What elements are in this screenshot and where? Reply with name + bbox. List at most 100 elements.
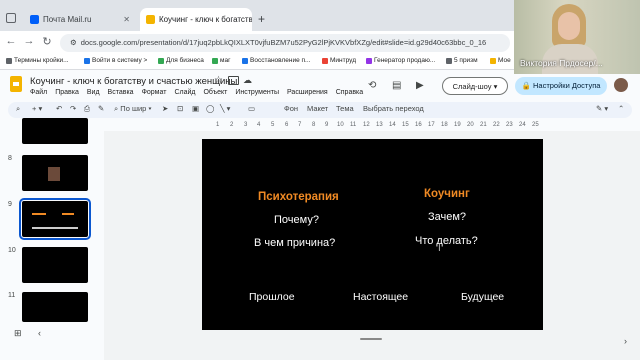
close-icon[interactable]: ✕	[123, 15, 130, 24]
slide-thumbnail[interactable]	[22, 118, 88, 144]
right-line-2[interactable]: Что делать?	[415, 235, 478, 247]
search-menus-icon[interactable]: ⌕	[16, 104, 20, 114]
history-icon[interactable]: ⟲	[368, 80, 376, 91]
menu-tools[interactable]: Инструменты	[235, 89, 279, 96]
collapse-toolbar-icon[interactable]: ⌃	[618, 104, 624, 113]
document-title[interactable]: Коучинг - ключ к богатству и счастью жен…	[30, 76, 237, 87]
ruler-tick: 1	[216, 122, 220, 128]
bookmark-item[interactable]: Термины кройки...	[6, 57, 69, 64]
edit-mode-icon[interactable]: ✎ ▾	[596, 104, 608, 113]
bookmark-item[interactable]: маг	[212, 57, 230, 64]
tab-mail[interactable]: Почта Mail.ru ✕	[24, 8, 136, 31]
comments-icon[interactable]: ▤	[392, 80, 401, 91]
ruler-tick: 3	[244, 122, 248, 128]
transition-button[interactable]: Выбрать переход	[363, 104, 424, 113]
bottom-center-label[interactable]: Настоящее	[353, 291, 408, 303]
forward-arrow-icon[interactable]: →	[22, 35, 36, 47]
grid-view-icon[interactable]: ⊞	[14, 328, 22, 339]
move-folder-icon[interactable]	[228, 76, 239, 85]
collapse-filmstrip-icon[interactable]: ‹	[38, 328, 41, 338]
menu-object[interactable]: Объект	[203, 89, 227, 96]
side-panel-toggle-icon[interactable]: ›	[624, 336, 627, 346]
meet-icon[interactable]: ▶	[416, 80, 424, 91]
slides-favicon-icon	[146, 15, 155, 24]
ruler-tick: 13	[376, 122, 383, 128]
slide-thumbnail[interactable]	[22, 155, 88, 191]
bookmark-item[interactable]: Мое	[490, 57, 511, 64]
right-line-1[interactable]: Зачем?	[428, 211, 466, 223]
bottom-right-label[interactable]: Будущее	[461, 291, 504, 303]
background-button[interactable]: Фон	[284, 104, 298, 113]
tab-search-icon[interactable]	[6, 13, 16, 23]
menu-file[interactable]: Файл	[30, 89, 47, 96]
bookmark-item[interactable]: Генератор продаю...	[366, 57, 435, 64]
menu-slide[interactable]: Слайд	[174, 89, 195, 96]
avatar[interactable]	[614, 78, 628, 92]
menu-insert[interactable]: Вставка	[108, 89, 134, 96]
right-heading[interactable]: Коучинг	[424, 188, 470, 200]
slide-number: 10	[8, 247, 16, 254]
share-button[interactable]: 🔒 Настройки Доступа	[515, 77, 607, 95]
back-arrow-icon[interactable]: ←	[4, 35, 18, 47]
cloud-status-icon: ☁	[243, 75, 252, 85]
bookmark-icon	[212, 57, 218, 64]
menu-bar: Файл Правка Вид Вставка Формат Слайд Объ…	[30, 89, 363, 96]
bookmark-icon	[6, 57, 12, 64]
bookmark-label: Генератор продаю...	[374, 57, 436, 64]
ruler: 1 2 3 4 5 6 7 8 9 10 11 12 13 14 15 16 1…	[200, 122, 550, 130]
address-bar[interactable]: ⚙ docs.google.com/presentation/d/17juq2pb…	[60, 34, 510, 52]
textbox-icon[interactable]: ⊡	[177, 104, 183, 113]
reload-icon[interactable]: ↻	[40, 35, 54, 48]
bottom-left-label[interactable]: Прошлое	[249, 291, 295, 303]
text-cursor-icon: I	[438, 243, 441, 254]
paint-format-icon[interactable]: ✎	[98, 104, 104, 113]
line-icon[interactable]: ╲ ▾	[220, 104, 230, 113]
tab-presentation-title: Коучинг - ключ к богатству и с	[159, 15, 252, 24]
ruler-tick: 16	[415, 122, 422, 128]
menu-help[interactable]: Справка	[336, 89, 363, 96]
bookmark-item[interactable]: Для бизнеса	[158, 57, 204, 64]
mail-favicon-icon	[30, 15, 39, 24]
select-pointer-icon[interactable]: ➤	[162, 104, 168, 113]
slides-logo-icon[interactable]	[10, 76, 22, 92]
comment-icon[interactable]: ▭	[248, 104, 255, 113]
left-heading[interactable]: Психотерапия	[258, 191, 339, 203]
bookmark-item[interactable]: Войти в систему >	[84, 57, 147, 64]
theme-button[interactable]: Тема	[336, 104, 354, 113]
menu-edit[interactable]: Правка	[55, 89, 79, 96]
menu-extensions[interactable]: Расширения	[287, 89, 328, 96]
slide-thumbnail[interactable]	[22, 292, 88, 322]
new-tab-button[interactable]: +	[258, 12, 265, 26]
slide-thumbnail[interactable]	[22, 247, 88, 283]
menu-format[interactable]: Формат	[142, 89, 167, 96]
menu-view[interactable]: Вид	[87, 89, 100, 96]
chevron-down-icon[interactable]: ▾	[494, 82, 498, 91]
bookmark-item[interactable]: 5 призм	[446, 57, 478, 64]
slideshow-label: Слайд-шоу	[452, 82, 492, 91]
bookmark-item[interactable]: Восстановление п...	[242, 57, 310, 64]
zoom-select[interactable]: ⌕ По шир ▾	[114, 104, 152, 114]
undo-icon[interactable]: ↶	[56, 104, 62, 113]
tab-presentation[interactable]: Коучинг - ключ к богатству и с ✕	[140, 8, 252, 31]
layout-button[interactable]: Макет	[307, 104, 328, 113]
slide-thumbnail-selected[interactable]	[19, 198, 91, 240]
image-icon[interactable]: ▣	[192, 104, 199, 113]
scrollbar[interactable]	[360, 338, 382, 340]
ruler-tick: 21	[480, 122, 487, 128]
left-line-2[interactable]: В чем причина?	[254, 237, 335, 249]
site-info-icon[interactable]: ⚙	[70, 38, 77, 47]
print-icon[interactable]: ⎙	[84, 104, 90, 114]
shape-icon[interactable]: ◯	[206, 104, 214, 113]
bookmark-item[interactable]: Минтруд	[322, 57, 356, 64]
redo-icon[interactable]: ↷	[70, 104, 76, 113]
ruler-tick: 4	[257, 122, 261, 128]
ruler-tick: 5	[271, 122, 275, 128]
bookmark-icon	[84, 57, 90, 64]
left-line-1[interactable]: Почему?	[274, 214, 319, 226]
thumbnail-text	[32, 213, 46, 215]
new-slide-icon[interactable]: + ▾	[32, 104, 42, 113]
slideshow-button[interactable]: Слайд-шоу ▾	[442, 77, 508, 95]
ruler-tick: 15	[402, 122, 409, 128]
current-slide[interactable]: Психотерапия Почему? В чем причина? Коуч…	[202, 139, 543, 330]
star-icon[interactable]: ☆	[214, 75, 223, 86]
